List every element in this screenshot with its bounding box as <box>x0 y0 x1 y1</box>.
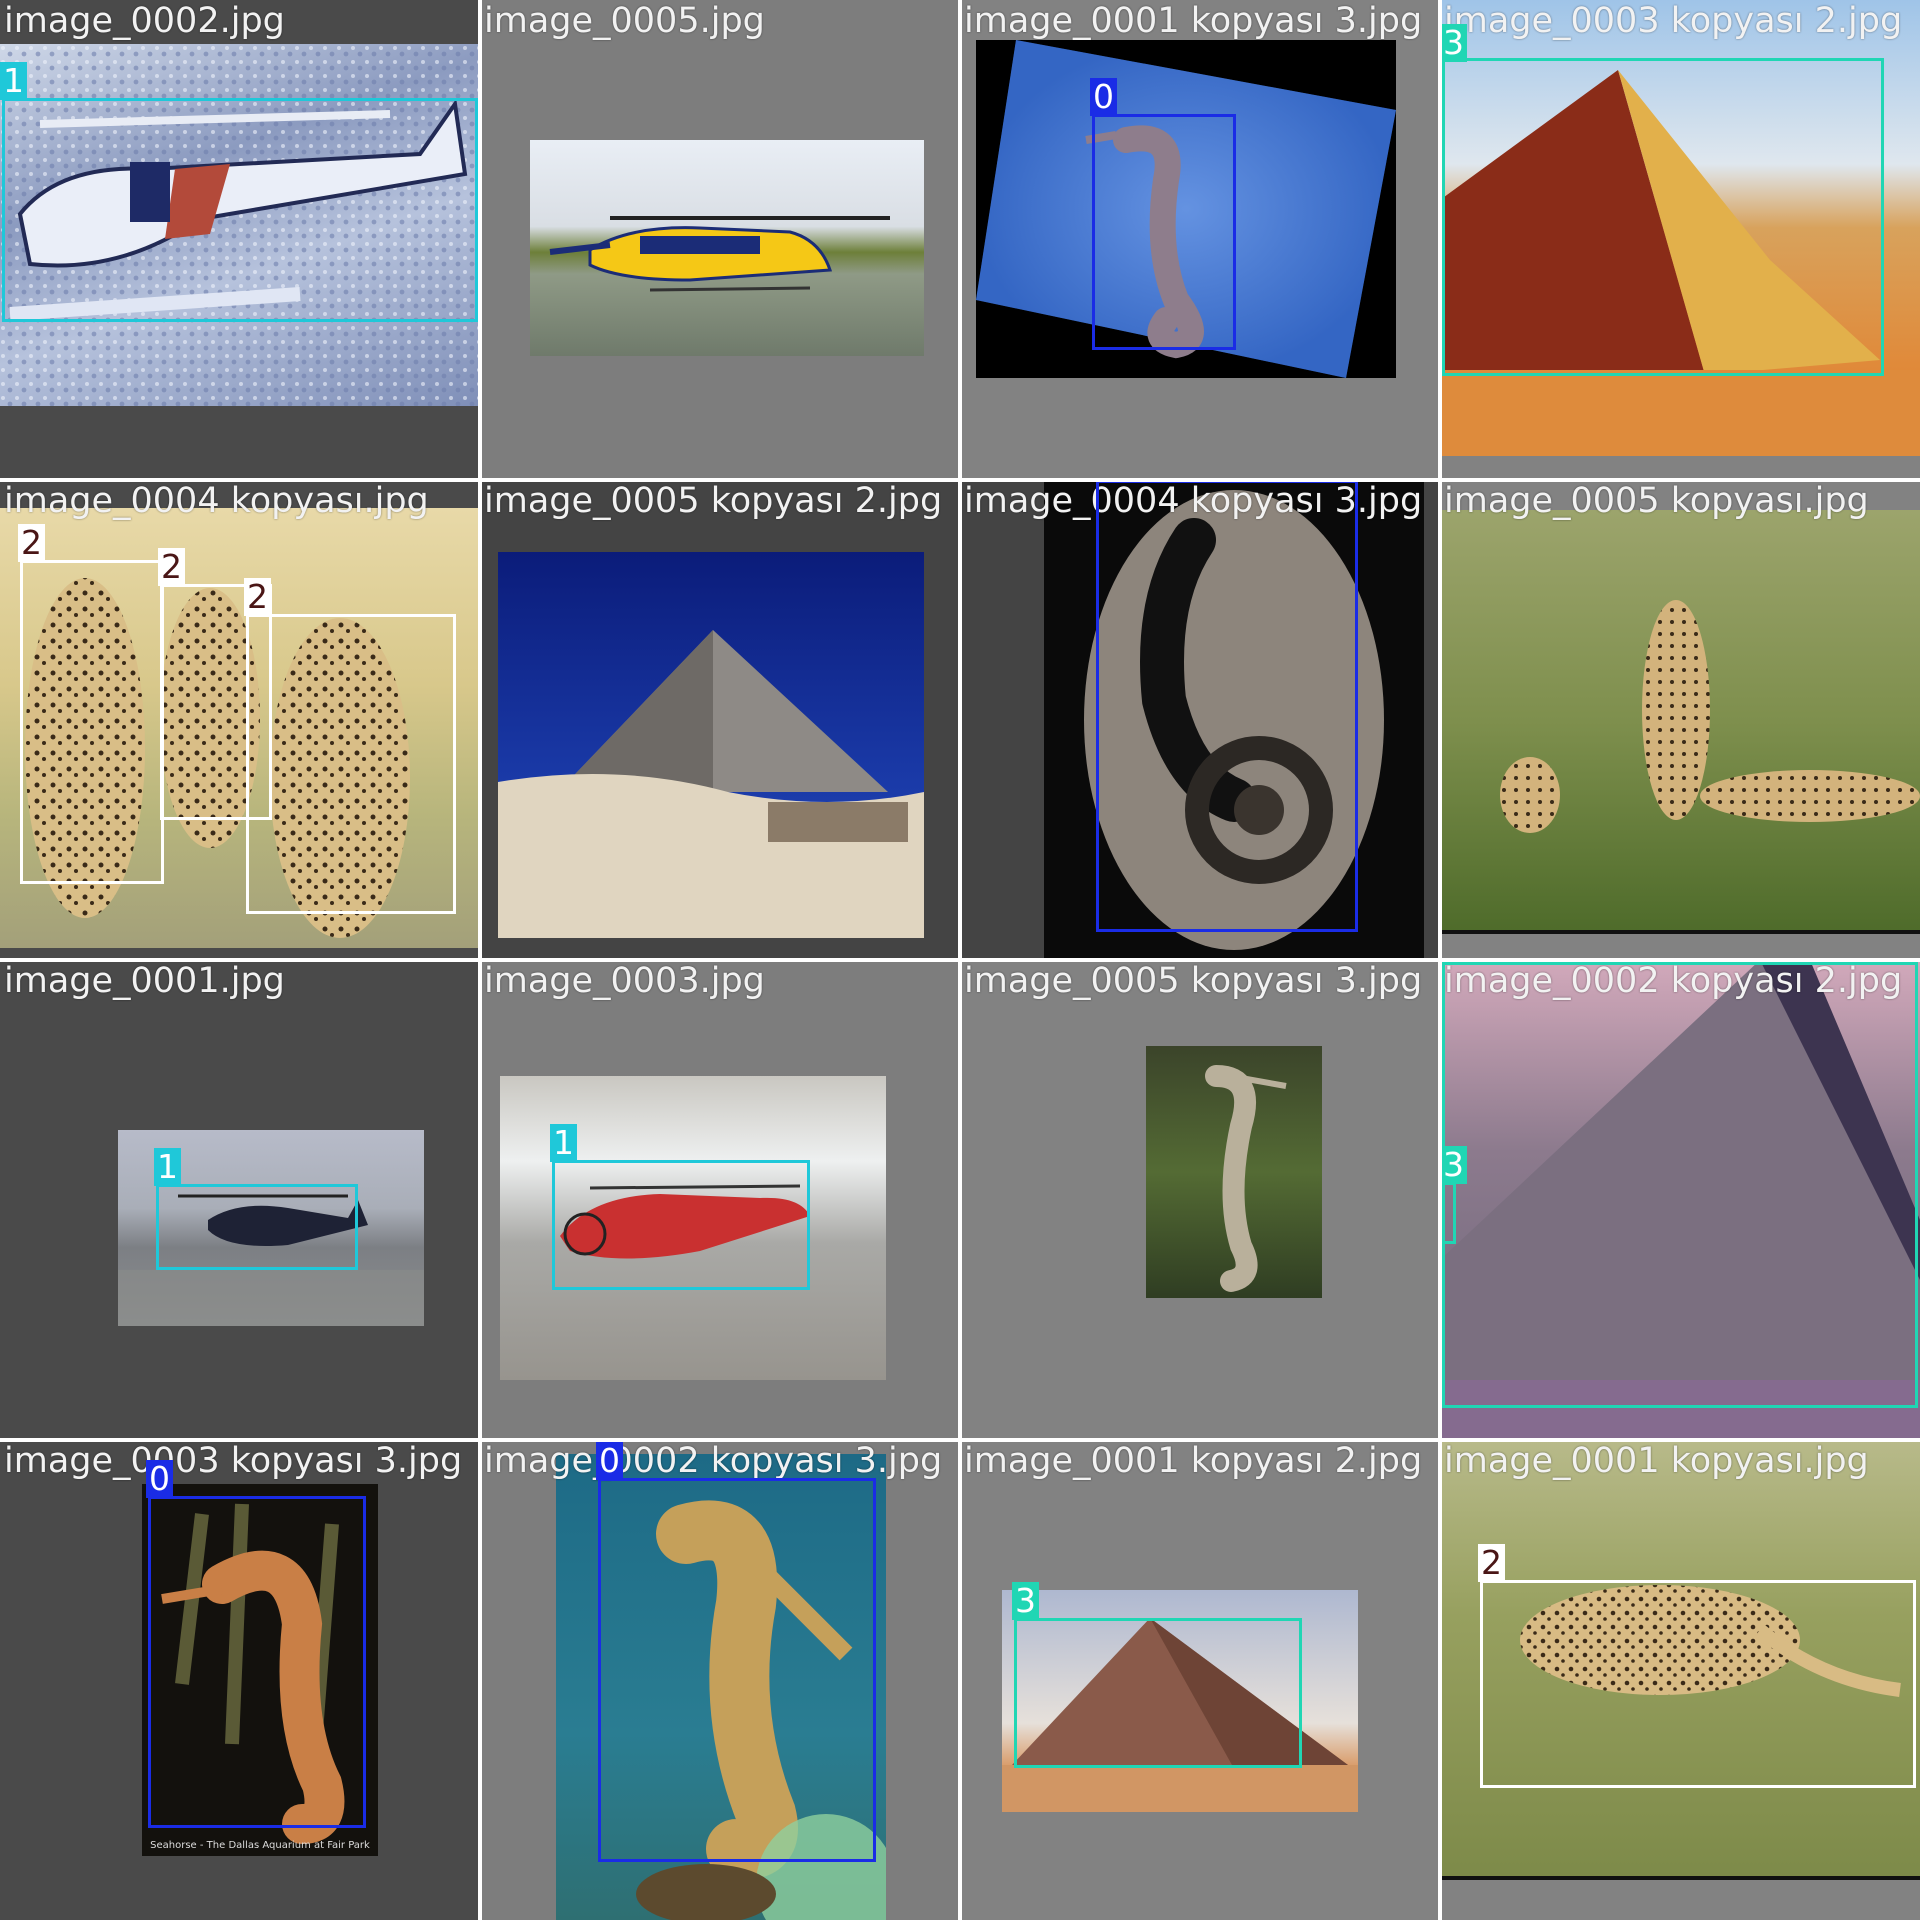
photo-cheetahs-field <box>1440 510 1920 934</box>
bbox-class-label: 1 <box>154 1148 181 1186</box>
bbox-class-label: 3 <box>1440 24 1467 62</box>
bbox-class-label: 2 <box>158 548 185 586</box>
bbox-class-label: 0 <box>1090 78 1117 116</box>
tile-2[interactable]: image_0005.jpg <box>480 0 960 480</box>
photo-pyramid-giza <box>1002 1590 1358 1812</box>
tile-9[interactable]: image_0001.jpg 1 <box>0 960 480 1440</box>
bbox-class-label: 3 <box>1440 1146 1467 1184</box>
tile-4[interactable]: image_0003 kopyası 2.jpg 3 <box>1440 0 1920 480</box>
tile-14[interactable]: image_0002 kopyası 3.jpg 0 <box>480 1440 960 1920</box>
tile-filename: image_0003 kopyası 3.jpg <box>4 1441 463 1481</box>
tile-filename: image_0002.jpg <box>4 1 285 41</box>
photo-helicopter-yellow <box>530 140 924 356</box>
tile-8[interactable]: image_0005 kopyası.jpg <box>1440 480 1920 960</box>
tile-7[interactable]: image_0004 kopyası 3.jpg 0 <box>960 480 1440 960</box>
tile-filename: image_0005 kopyası 2.jpg <box>484 481 943 521</box>
tile-filename: image_0001 kopyası 3.jpg <box>964 1 1423 41</box>
tile-16[interactable]: image_0001 kopyası.jpg 2 <box>1440 1440 1920 1920</box>
bbox-class-label: 1 <box>550 1124 577 1162</box>
bbox-class-label: 3 <box>1012 1582 1039 1620</box>
tile-11[interactable]: image_0005 kopyası 3.jpg <box>960 960 1440 1440</box>
mosaic-grid: image_0002.jpg 1 image_0005.jpg image_00… <box>0 0 1920 1920</box>
grid-divider <box>0 958 1920 962</box>
photo-cheetah-walking <box>1440 1440 1920 1880</box>
tile-6[interactable]: image_0005 kopyası 2.jpg <box>480 480 960 960</box>
photo-seahorse-green <box>1146 1046 1322 1298</box>
bbox-class-label: 0 <box>146 1460 173 1498</box>
photo-helicopter-red <box>500 1076 886 1380</box>
photo-pyramid-blue-sky <box>498 552 924 938</box>
tile-1[interactable]: image_0002.jpg 1 <box>0 0 480 480</box>
tile-10[interactable]: image_0003.jpg 1 <box>480 960 960 1440</box>
bbox-class-label: 1 <box>0 62 27 100</box>
photo-seahorse-blue <box>976 40 1396 378</box>
tile-13[interactable]: Seahorse - The Dallas Aquarium at Fair P… <box>0 1440 480 1920</box>
tile-15[interactable]: image_0001 kopyası 2.jpg 3 <box>960 1440 1440 1920</box>
tile-filename: image_0001 kopyası 2.jpg <box>964 1441 1423 1481</box>
bbox-class-label: 0 <box>596 1442 623 1480</box>
photo-pyramid-carved <box>1440 960 1920 1440</box>
bbox-class-label: 2 <box>244 578 271 616</box>
tile-filename: image_0001.jpg <box>4 961 285 1001</box>
photo-seahorse-orange: Seahorse - The Dallas Aquarium at Fair P… <box>142 1484 378 1856</box>
photo-seahorse-teal <box>556 1454 886 1920</box>
grid-divider <box>0 478 1920 482</box>
bbox-class-label: 2 <box>1478 1544 1505 1582</box>
tile-filename: image_0005 kopyası 3.jpg <box>964 961 1423 1001</box>
bbox-class-label: 2 <box>18 524 45 562</box>
photo-cheetahs-three <box>0 508 480 948</box>
photo-caption: Seahorse - The Dallas Aquarium at Fair P… <box>150 1840 370 1851</box>
photo-helicopter-snow <box>0 44 478 406</box>
photo-seahorse-fossil <box>1044 480 1424 960</box>
grid-divider <box>0 1438 1920 1442</box>
tile-filename: image_0005.jpg <box>484 1 765 41</box>
tile-3[interactable]: image_0001 kopyası 3.jpg 0 <box>960 0 1440 480</box>
tile-filename: image_0003.jpg <box>484 961 765 1001</box>
photo-pyramid-desert <box>1440 0 1920 456</box>
tile-5[interactable]: image_0004 kopyası.jpg 2 2 2 <box>0 480 480 960</box>
tile-12[interactable]: image_0002 kopyası 2.jpg 3 3 <box>1440 960 1920 1440</box>
